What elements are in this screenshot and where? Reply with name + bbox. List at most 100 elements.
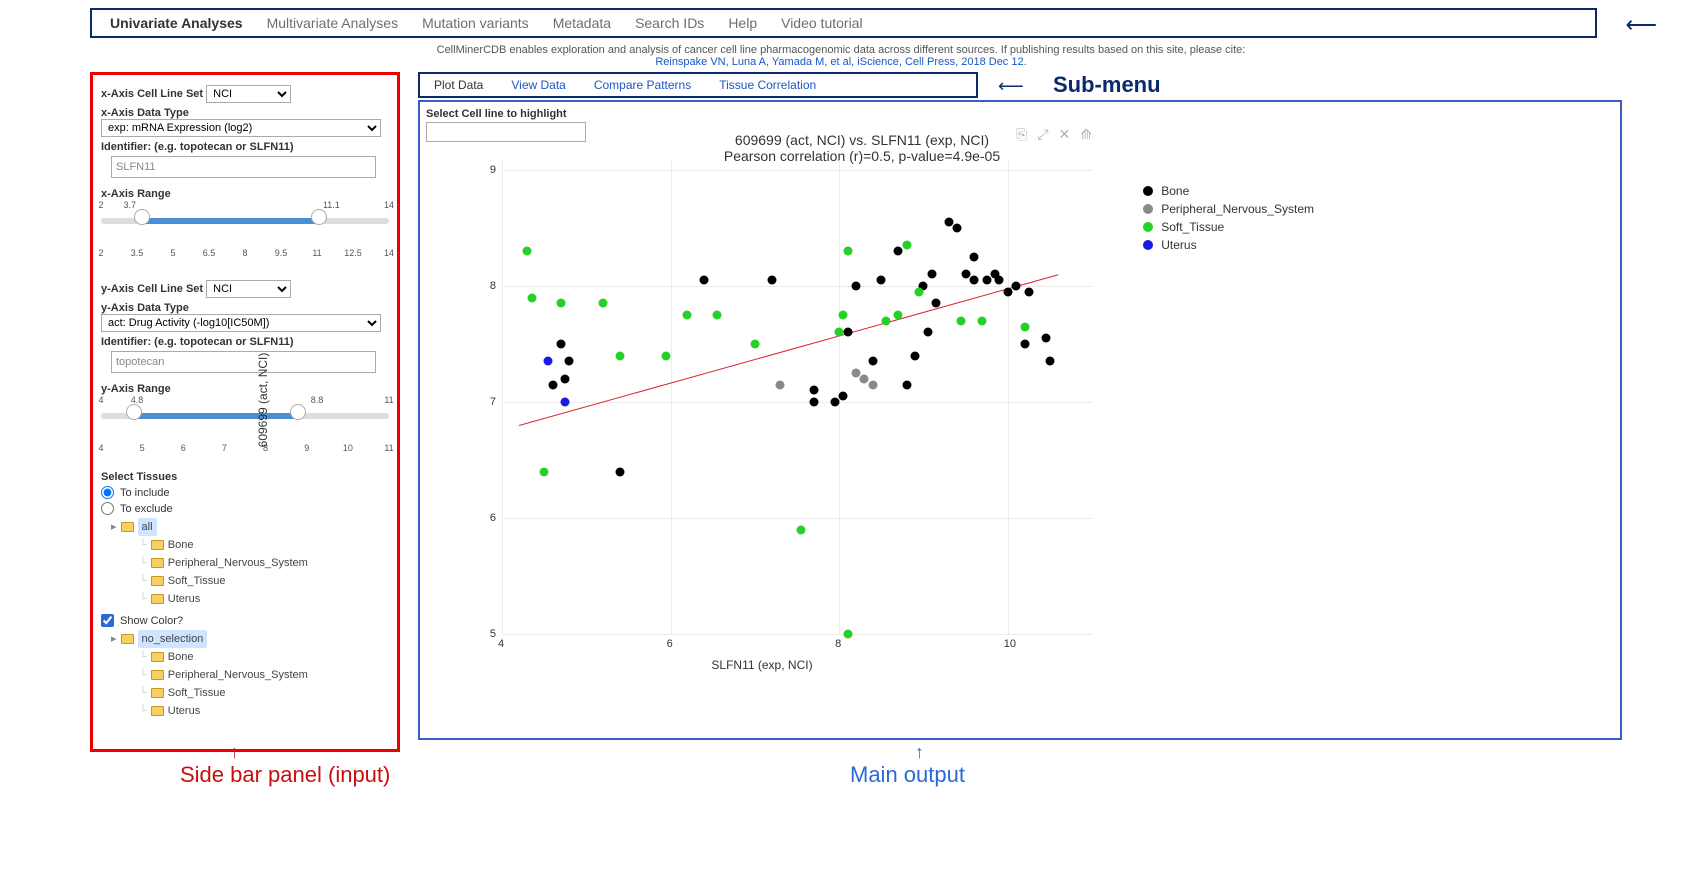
data-point[interactable]: [809, 386, 818, 395]
plot-legend[interactable]: Bone Peripheral_Nervous_System Soft_Tissue…: [1143, 180, 1314, 256]
tree-item-peripheral_nervous_system[interactable]: └Peripheral_Nervous_System: [111, 554, 389, 572]
data-point[interactable]: [1041, 334, 1050, 343]
data-point[interactable]: [527, 293, 536, 302]
data-point[interactable]: [797, 525, 806, 534]
exclude-radio[interactable]: [101, 502, 114, 515]
data-point[interactable]: [776, 380, 785, 389]
tree-item-uterus[interactable]: └Uterus: [111, 590, 389, 608]
main-tab-metadata[interactable]: Metadata: [541, 11, 623, 35]
y-cellset-select[interactable]: NCI: [206, 280, 291, 298]
data-point[interactable]: [957, 316, 966, 325]
data-point[interactable]: [902, 241, 911, 250]
data-point[interactable]: [1003, 287, 1012, 296]
modebar-btn-0[interactable]: ⎘: [1016, 126, 1027, 143]
data-point[interactable]: [927, 270, 936, 279]
modebar-btn-2[interactable]: ✕: [1059, 126, 1071, 143]
data-point[interactable]: [835, 328, 844, 337]
data-point[interactable]: [868, 380, 877, 389]
data-point[interactable]: [953, 224, 962, 233]
modebar-btn-3[interactable]: ⟰: [1080, 126, 1092, 143]
data-point[interactable]: [843, 328, 852, 337]
legend-item-bone[interactable]: Bone: [1143, 184, 1314, 198]
data-point[interactable]: [767, 276, 776, 285]
data-point[interactable]: [877, 276, 886, 285]
data-point[interactable]: [860, 374, 869, 383]
data-point[interactable]: [902, 380, 911, 389]
tree-root-all[interactable]: ▸all: [111, 518, 389, 536]
data-point[interactable]: [978, 316, 987, 325]
main-tab-video-tutorial[interactable]: Video tutorial: [769, 11, 874, 35]
data-point[interactable]: [1012, 282, 1021, 291]
data-point[interactable]: [700, 276, 709, 285]
sub-tab-view-data[interactable]: View Data: [497, 75, 579, 95]
data-point[interactable]: [995, 276, 1004, 285]
modebar-btn-1[interactable]: ⤢: [1037, 126, 1048, 143]
y-datatype-select[interactable]: act: Drug Activity (-log10[IC50M]): [101, 314, 381, 332]
legend-item-uterus[interactable]: Uterus: [1143, 238, 1314, 252]
data-point[interactable]: [712, 311, 721, 320]
data-point[interactable]: [809, 398, 818, 407]
data-point[interactable]: [616, 351, 625, 360]
data-point[interactable]: [839, 311, 848, 320]
data-point[interactable]: [683, 311, 692, 320]
data-point[interactable]: [544, 357, 553, 366]
data-point[interactable]: [852, 282, 861, 291]
data-point[interactable]: [662, 351, 671, 360]
y-id-input[interactable]: [111, 351, 376, 373]
data-point[interactable]: [961, 270, 970, 279]
y-range-slider[interactable]: [101, 409, 389, 443]
legend-item-soft_tissue[interactable]: Soft_Tissue: [1143, 220, 1314, 234]
data-point[interactable]: [894, 311, 903, 320]
x-cellset-select[interactable]: NCI: [206, 85, 291, 103]
data-point[interactable]: [852, 369, 861, 378]
main-tab-multivariate-analyses[interactable]: Multivariate Analyses: [255, 11, 411, 35]
data-point[interactable]: [616, 467, 625, 476]
main-tab-univariate-analyses[interactable]: Univariate Analyses: [98, 11, 255, 35]
tree-item-soft_tissue[interactable]: └Soft_Tissue: [111, 684, 389, 702]
main-tab-mutation-variants[interactable]: Mutation variants: [410, 11, 541, 35]
tree-item-uterus[interactable]: └Uterus: [111, 702, 389, 720]
data-point[interactable]: [894, 247, 903, 256]
show-color-checkbox[interactable]: [101, 614, 114, 627]
data-point[interactable]: [915, 287, 924, 296]
data-point[interactable]: [982, 276, 991, 285]
data-point[interactable]: [881, 316, 890, 325]
scatter-plot[interactable]: 609699 (act, NCI) vs. SLFN11 (exp, NCI) …: [442, 120, 1322, 680]
data-point[interactable]: [911, 351, 920, 360]
data-point[interactable]: [843, 630, 852, 639]
data-point[interactable]: [523, 247, 532, 256]
x-range-slider[interactable]: [101, 214, 389, 248]
main-tab-search-ids[interactable]: Search IDs: [623, 11, 716, 35]
data-point[interactable]: [1020, 322, 1029, 331]
data-point[interactable]: [970, 276, 979, 285]
citation-link[interactable]: Reinspake VN, Luna A, Yamada M, et al, i…: [655, 56, 1026, 68]
sub-tab-plot-data[interactable]: Plot Data: [420, 75, 497, 95]
data-point[interactable]: [1020, 340, 1029, 349]
data-point[interactable]: [540, 467, 549, 476]
tree-item-soft_tissue[interactable]: └Soft_Tissue: [111, 572, 389, 590]
plot-modebar[interactable]: ⎘ ⤢ ✕ ⟰: [1016, 126, 1092, 143]
data-point[interactable]: [561, 374, 570, 383]
sub-tab-tissue-correlation[interactable]: Tissue Correlation: [705, 75, 830, 95]
data-point[interactable]: [750, 340, 759, 349]
data-point[interactable]: [830, 398, 839, 407]
data-point[interactable]: [932, 299, 941, 308]
tree-item-bone[interactable]: └Bone: [111, 536, 389, 554]
data-point[interactable]: [599, 299, 608, 308]
data-point[interactable]: [868, 357, 877, 366]
sub-tab-compare-patterns[interactable]: Compare Patterns: [580, 75, 705, 95]
data-point[interactable]: [944, 218, 953, 227]
data-point[interactable]: [557, 299, 566, 308]
x-id-input[interactable]: [111, 156, 376, 178]
data-point[interactable]: [1045, 357, 1054, 366]
legend-item-peripheral_nervous_system[interactable]: Peripheral_Nervous_System: [1143, 202, 1314, 216]
tree-item-bone[interactable]: └Bone: [111, 648, 389, 666]
data-point[interactable]: [565, 357, 574, 366]
data-point[interactable]: [1024, 287, 1033, 296]
include-radio[interactable]: [101, 486, 114, 499]
x-datatype-select[interactable]: exp: mRNA Expression (log2): [101, 119, 381, 137]
tree-root-no_selection[interactable]: ▸no_selection: [111, 630, 389, 648]
data-point[interactable]: [970, 253, 979, 262]
data-point[interactable]: [839, 392, 848, 401]
main-tab-help[interactable]: Help: [716, 11, 769, 35]
